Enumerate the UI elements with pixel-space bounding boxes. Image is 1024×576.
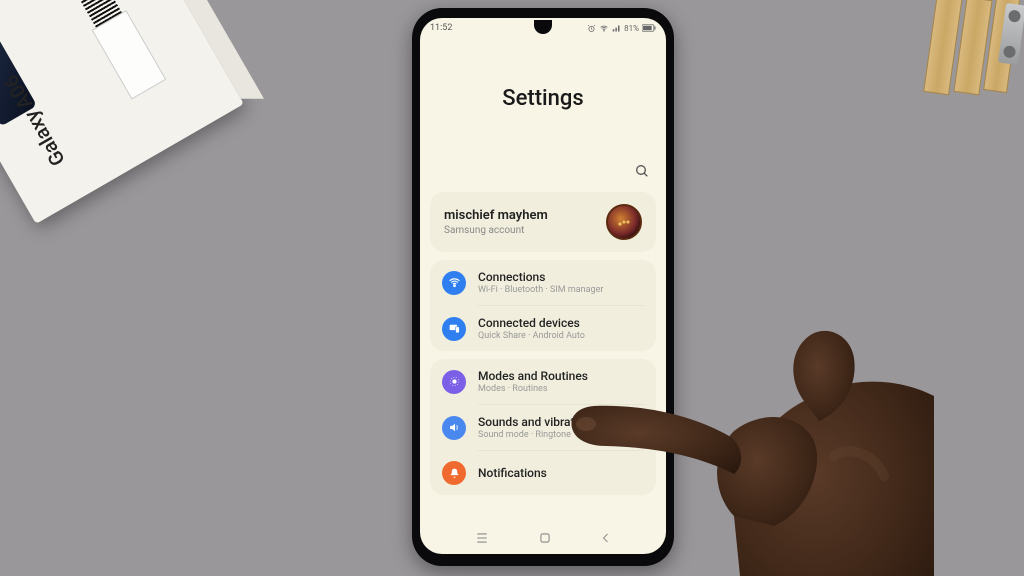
sound-icon (442, 416, 466, 440)
devices-icon (442, 317, 466, 341)
item-subtitle: Quick Share · Android Auto (478, 331, 585, 341)
settings-item-sounds-vibration[interactable]: Sounds and vibration Sound mode · Ringto… (430, 405, 656, 450)
settings-group-1: Connections Wi-Fi · Bluetooth · SIM mana… (430, 260, 656, 351)
item-subtitle: Wi-Fi · Bluetooth · SIM manager (478, 285, 603, 295)
search-icon[interactable] (634, 163, 650, 183)
item-title: Connected devices (478, 316, 585, 330)
alarm-icon (587, 24, 596, 33)
navigation-bar (420, 526, 666, 554)
item-title: Notifications (478, 466, 547, 480)
phone-device: 11:52 81% Settings (412, 8, 674, 566)
page-title: Settings (502, 86, 583, 111)
battery-icon (642, 24, 656, 32)
settings-item-connected-devices[interactable]: Connected devices Quick Share · Android … (430, 306, 656, 351)
item-subtitle: Modes · Routines (478, 384, 588, 394)
item-title: Connections (478, 270, 603, 284)
avatar (606, 204, 642, 240)
back-button[interactable] (600, 530, 612, 549)
settings-group-2: Modes and Routines Modes · Routines Soun… (430, 359, 656, 495)
modes-icon (442, 370, 466, 394)
wooden-clamp (920, 0, 1024, 114)
product-box: Galaxy A06 (0, 0, 244, 224)
battery-text: 81% (624, 24, 639, 33)
phone-screen: 11:52 81% Settings (420, 18, 666, 554)
account-subtitle: Samsung account (444, 225, 548, 236)
wifi-icon (442, 271, 466, 295)
recents-button[interactable] (474, 530, 490, 549)
item-subtitle: Sound mode · Ringtone (478, 430, 591, 440)
wifi-icon (599, 24, 609, 33)
box-sticker (92, 10, 167, 99)
signal-icon (612, 24, 621, 33)
account-name: mischief mayhem (444, 208, 548, 223)
item-title: Modes and Routines (478, 369, 588, 383)
home-button[interactable] (538, 530, 552, 549)
status-time: 11:52 (430, 23, 452, 33)
bell-icon (442, 461, 466, 485)
settings-item-modes-routines[interactable]: Modes and Routines Modes · Routines (430, 359, 656, 404)
settings-item-notifications[interactable]: Notifications (430, 451, 656, 495)
settings-header: Settings (420, 38, 666, 158)
settings-item-connections[interactable]: Connections Wi-Fi · Bluetooth · SIM mana… (430, 260, 656, 305)
item-title: Sounds and vibration (478, 415, 591, 429)
samsung-account-card[interactable]: mischief mayhem Samsung account (430, 192, 656, 252)
